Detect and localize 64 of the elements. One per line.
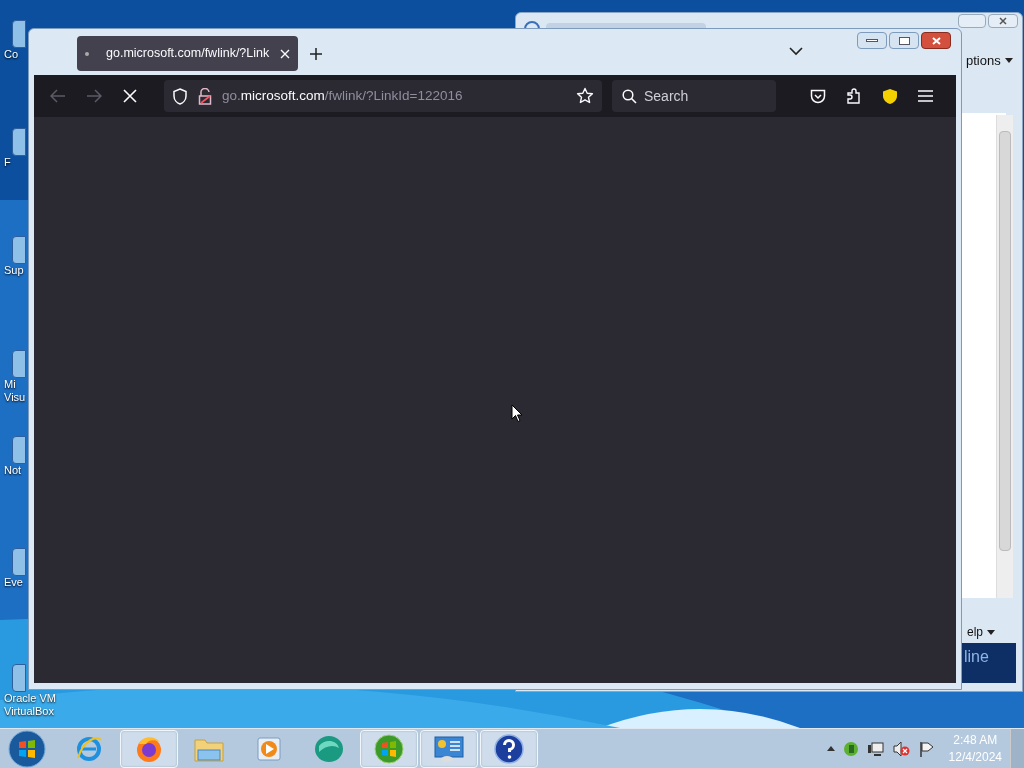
browser-tab[interactable]: go.microsoft.com/fwlink/?Link	[77, 36, 298, 71]
shield-icon	[172, 87, 188, 105]
search-icon	[622, 88, 637, 104]
icon-label: Not	[4, 464, 22, 477]
windows-logo-icon	[373, 732, 405, 765]
shortcut-icon[interactable]	[12, 350, 26, 378]
maximize-button[interactable]	[889, 32, 919, 49]
scrollbar[interactable]	[996, 115, 1013, 598]
dropdown-arrow-icon[interactable]	[987, 629, 995, 635]
control-panel-icon	[432, 733, 466, 764]
network-icon[interactable]	[866, 740, 885, 757]
icon-label: Eve	[4, 576, 23, 589]
extensions-icon[interactable]	[846, 87, 862, 105]
volume-muted-icon[interactable]	[892, 740, 911, 757]
dropdown-arrow-icon[interactable]	[1004, 58, 1013, 64]
shortcut-icon[interactable]	[12, 128, 26, 156]
banner-text: line	[964, 647, 990, 667]
show-hidden-icons-icon[interactable]	[826, 746, 835, 751]
broken-lock-icon	[198, 87, 212, 105]
menu-item[interactable]: elp	[967, 623, 983, 641]
icon-label: Visu	[4, 391, 26, 404]
taskbar-button[interactable]	[480, 729, 538, 768]
shield-extension-icon[interactable]	[882, 87, 898, 105]
close-tab-icon[interactable]	[280, 48, 290, 59]
icon-label: Mi	[4, 378, 16, 391]
globe-icon	[313, 733, 345, 764]
help-icon	[493, 732, 525, 765]
icon-label: Sup	[4, 264, 24, 277]
url-text: go.microsoft.com/fwlink/?LinkId=122016	[222, 86, 463, 105]
flag-icon[interactable]	[918, 740, 935, 757]
close-button[interactable]	[988, 14, 1018, 28]
taskbar-button[interactable]	[120, 729, 178, 768]
shortcut-icon[interactable]	[12, 236, 26, 264]
favicon-icon	[85, 51, 89, 56]
mouse-pointer-icon	[511, 404, 523, 423]
icon-label: Co	[4, 48, 19, 61]
icon-label: Oracle VM	[4, 692, 56, 705]
minimize-button[interactable]	[857, 32, 887, 49]
tab-title: go.microsoft.com/fwlink/?Link	[106, 45, 270, 63]
icon-label: VirtualBox	[4, 705, 54, 718]
stop-icon[interactable]	[122, 88, 138, 104]
taskbar-button[interactable]	[420, 729, 478, 768]
back-icon[interactable]	[50, 89, 66, 103]
new-tab-icon[interactable]	[310, 47, 322, 60]
close-icon	[931, 36, 941, 45]
search-input[interactable]: Search	[644, 85, 764, 107]
start-button[interactable]	[8, 729, 46, 768]
shortcut-icon[interactable]	[12, 436, 26, 464]
icon-label: F	[4, 156, 11, 169]
list-tabs-icon[interactable]	[789, 47, 803, 56]
app-tray-icon[interactable]	[842, 740, 859, 757]
search-field[interactable]: Search	[612, 80, 776, 112]
menu-icon[interactable]	[918, 90, 933, 102]
close-icon	[999, 17, 1007, 25]
shortcut-icon[interactable]	[12, 548, 26, 576]
bookmark-star-icon[interactable]	[576, 87, 594, 105]
menu-item[interactable]: ptions	[966, 51, 1001, 71]
forward-icon[interactable]	[86, 89, 102, 103]
close-button[interactable]	[921, 32, 951, 49]
shortcut-icon[interactable]	[12, 20, 26, 48]
pocket-icon[interactable]	[810, 88, 826, 104]
shortcut-icon[interactable]	[12, 664, 26, 692]
address-bar[interactable]: go.microsoft.com/fwlink/?LinkId=122016	[164, 80, 602, 112]
scroll-thumb[interactable]	[999, 131, 1011, 551]
